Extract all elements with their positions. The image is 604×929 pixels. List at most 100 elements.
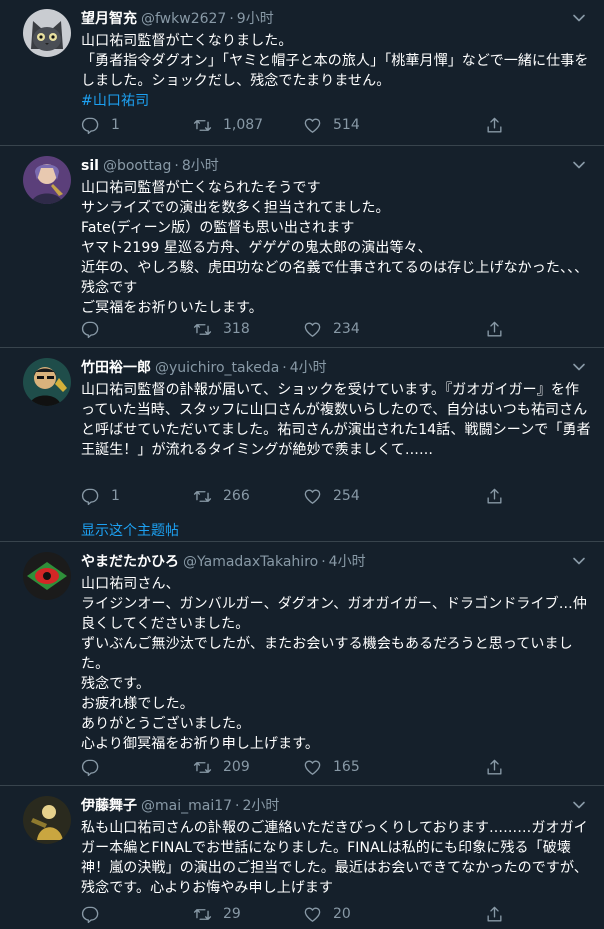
like-count: 234	[333, 321, 360, 337]
avatar[interactable]	[23, 156, 71, 204]
retweet-button[interactable]: 29	[193, 904, 241, 924]
separator-dot: ·	[321, 554, 326, 570]
reply-button[interactable]	[81, 904, 111, 924]
anime-avatar-image	[23, 156, 71, 204]
author-name[interactable]: 竹田裕一郎	[81, 360, 151, 376]
tweet-text: 山口祐司監督が亡くなりました。 「勇者指令ダグオン」「ヤミと帽子と本の旅人」「桃…	[81, 31, 591, 111]
retweet-button[interactable]: 318	[193, 319, 250, 339]
chevron-down-icon[interactable]	[572, 11, 586, 25]
retweet-button[interactable]: 1,087	[193, 115, 263, 135]
retweet-button[interactable]: 266	[193, 486, 250, 506]
show-thread-link[interactable]: 显示这个主题帖	[81, 520, 179, 540]
avatar[interactable]	[23, 9, 71, 57]
retweet-icon	[193, 490, 212, 502]
share-icon	[487, 906, 502, 922]
tweet-header: 望月智充 @fwkw2627 · 9小时	[81, 9, 274, 29]
retweet-icon	[193, 761, 212, 773]
like-icon	[304, 759, 321, 775]
hashtag-link[interactable]: #山口祐司	[81, 93, 149, 109]
separator-dot: ·	[229, 11, 234, 27]
reply-button[interactable]	[81, 319, 111, 339]
retweet-icon	[193, 323, 212, 335]
avatar[interactable]	[23, 358, 71, 406]
tweet-line: 「勇者指令ダグオン」「ヤミと帽子と本の旅人」「桃華月憚」などで一緒に仕事をしまし…	[81, 53, 589, 89]
tweet-actions: 318 234	[81, 319, 521, 339]
reply-count: 1	[111, 117, 120, 133]
author-name[interactable]: 伊藤舞子	[81, 798, 137, 814]
share-button[interactable]	[485, 757, 504, 777]
like-icon	[304, 906, 321, 922]
share-button[interactable]	[485, 115, 504, 135]
reply-icon	[81, 321, 99, 338]
author-handle[interactable]: @mai_mai17	[141, 798, 232, 814]
tweet-header: 伊藤舞子 @mai_mai17 · 2小时	[81, 796, 279, 816]
reply-icon	[81, 759, 99, 776]
timestamp[interactable]: 8小时	[182, 158, 219, 174]
author-name[interactable]: sil	[81, 158, 99, 174]
tweet-text: 山口祐司さん、 ライジンオー、ガンバルガー、ダグオン、ガオガイガー、ドラゴンドラ…	[81, 576, 587, 752]
retweet-count: 209	[223, 759, 250, 775]
tweet[interactable]: やまだたかひろ @YamadaxTakahiro · 4小时 山口祐司さん、 ライジン…	[0, 543, 604, 786]
reply-count: 1	[111, 488, 120, 504]
timestamp[interactable]: 4小时	[329, 554, 366, 570]
like-button[interactable]: 20	[303, 904, 351, 924]
share-icon	[487, 759, 502, 775]
share-button[interactable]	[485, 904, 504, 924]
chevron-down-icon[interactable]	[572, 158, 586, 172]
reply-icon	[81, 117, 99, 134]
like-count: 165	[333, 759, 360, 775]
retweet-count: 318	[223, 321, 250, 337]
tweet[interactable]: 伊藤舞子 @mai_mai17 · 2小时 私も山口祐司さんの訃報のご連絡いただきびっ…	[0, 787, 604, 929]
chevron-down-icon[interactable]	[572, 554, 586, 568]
like-button[interactable]: 514	[303, 115, 360, 135]
tweet-text: 山口祐司監督の訃報が届いて、ショックを受けています。『ガオガイガー』を作っていた…	[81, 382, 591, 458]
reply-icon	[81, 906, 99, 923]
tweet[interactable]: 竹田裕一郎 @yuichiro_takeda · 4小时 山口祐司監督の訃報が届いて、…	[0, 349, 604, 542]
retweet-count: 266	[223, 488, 250, 504]
share-button[interactable]	[485, 319, 504, 339]
tweet-text: 山口祐司監督が亡くなられたそうです サンライズでの演出を数多く担当されてました。…	[81, 180, 589, 316]
author-name[interactable]: やまだたかひろ	[81, 554, 179, 570]
author-name[interactable]: 望月智充	[81, 11, 137, 27]
author-handle[interactable]: @boottag	[103, 158, 171, 174]
like-button[interactable]: 165	[303, 757, 360, 777]
timestamp[interactable]: 9小时	[237, 11, 274, 27]
avatar[interactable]	[23, 552, 71, 600]
reply-button[interactable]: 1	[81, 486, 120, 506]
tweet-actions: 29 20	[81, 904, 521, 924]
figure-avatar-image	[23, 796, 71, 844]
tweet[interactable]: 望月智充 @fwkw2627 · 9小时 山口祐司監督が亡くなりました。 「勇者指令ダ…	[0, 0, 604, 146]
author-handle[interactable]: @fwkw2627	[141, 11, 226, 27]
reply-icon	[81, 488, 99, 505]
timestamp[interactable]: 4小时	[290, 360, 327, 376]
separator-dot: ·	[235, 798, 240, 814]
share-icon	[487, 321, 502, 337]
author-handle[interactable]: @YamadaxTakahiro	[183, 554, 318, 570]
tweet-header: やまだたかひろ @YamadaxTakahiro · 4小时	[81, 552, 366, 572]
retweet-count: 1,087	[223, 117, 264, 133]
avatar[interactable]	[23, 796, 71, 844]
like-button[interactable]: 234	[303, 319, 360, 339]
reply-button[interactable]: 1	[81, 115, 120, 135]
share-icon	[487, 117, 502, 133]
author-handle[interactable]: @yuichiro_takeda	[155, 360, 279, 376]
tweet-line: 山口祐司監督が亡くなりました。	[81, 33, 293, 49]
reply-button[interactable]	[81, 757, 111, 777]
like-count: 254	[333, 488, 360, 504]
like-icon	[304, 321, 321, 337]
tweet-actions: 209 165	[81, 757, 521, 777]
tweet-actions: 1 266 254	[81, 486, 521, 506]
chevron-down-icon[interactable]	[572, 798, 586, 812]
tweet[interactable]: sil @boottag · 8小时 山口祐司監督が亡くなられたそうです サンライズで…	[0, 147, 604, 348]
chevron-down-icon[interactable]	[572, 360, 586, 374]
share-button[interactable]	[485, 486, 504, 506]
tweet-header: 竹田裕一郎 @yuichiro_takeda · 4小时	[81, 358, 327, 378]
timestamp[interactable]: 2小时	[242, 798, 279, 814]
like-button[interactable]: 254	[303, 486, 360, 506]
retweet-button[interactable]: 209	[193, 757, 250, 777]
tweet-actions: 1 1,087 514	[81, 115, 521, 135]
like-count: 514	[333, 117, 360, 133]
tweet-text: 私も山口祐司さんの訃報のご連絡いただきびっくりしております………ガオガイガー本編…	[81, 820, 588, 896]
like-count: 20	[333, 906, 351, 922]
retweet-count: 29	[223, 906, 241, 922]
